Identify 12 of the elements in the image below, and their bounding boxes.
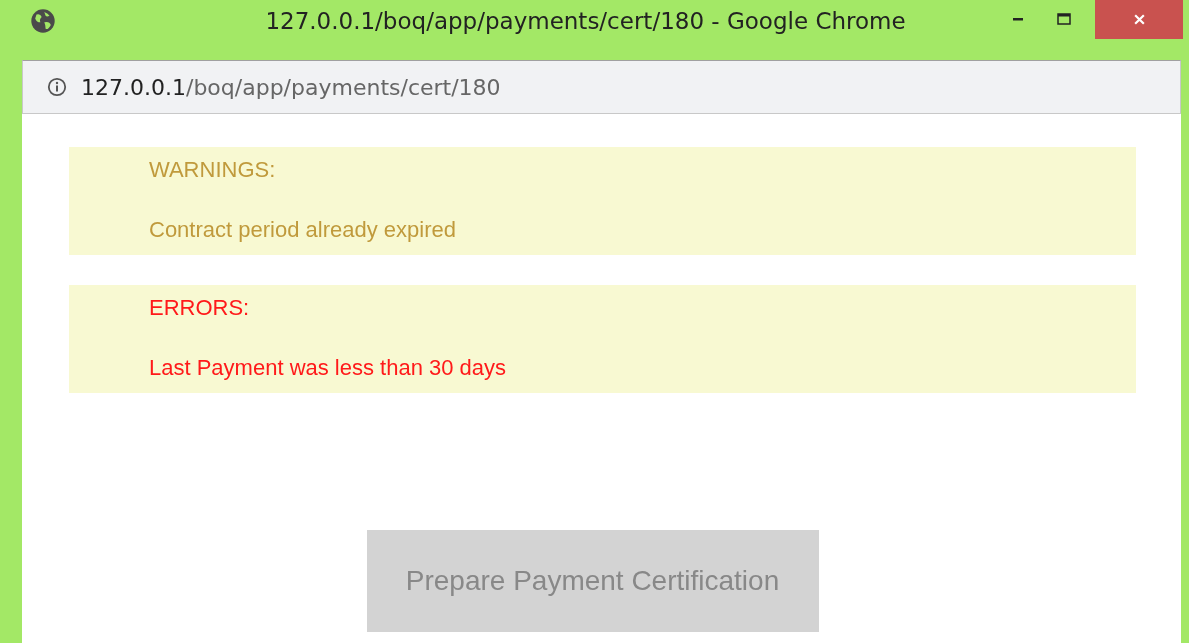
globe-icon (30, 8, 56, 34)
panel-message: Contract period already expired (149, 217, 457, 243)
close-icon (1132, 12, 1146, 26)
address-bar[interactable]: 127.0.0.1/boq/app/payments/cert/180 (22, 60, 1181, 114)
panel-heading: ERRORS: (149, 295, 251, 321)
panel-heading: WARNINGS: (149, 157, 277, 183)
panel-message: Last Payment was less than 30 days (149, 355, 508, 381)
url-path: /boq/app/payments/cert/180 (185, 74, 501, 100)
info-icon[interactable] (47, 77, 67, 97)
maximize-icon (1057, 13, 1071, 25)
window-title: 127.0.0.1/boq/app/payments/cert/180 - Google Chrome (264, 8, 907, 34)
url-host: 127.0.0.1 (81, 74, 186, 100)
